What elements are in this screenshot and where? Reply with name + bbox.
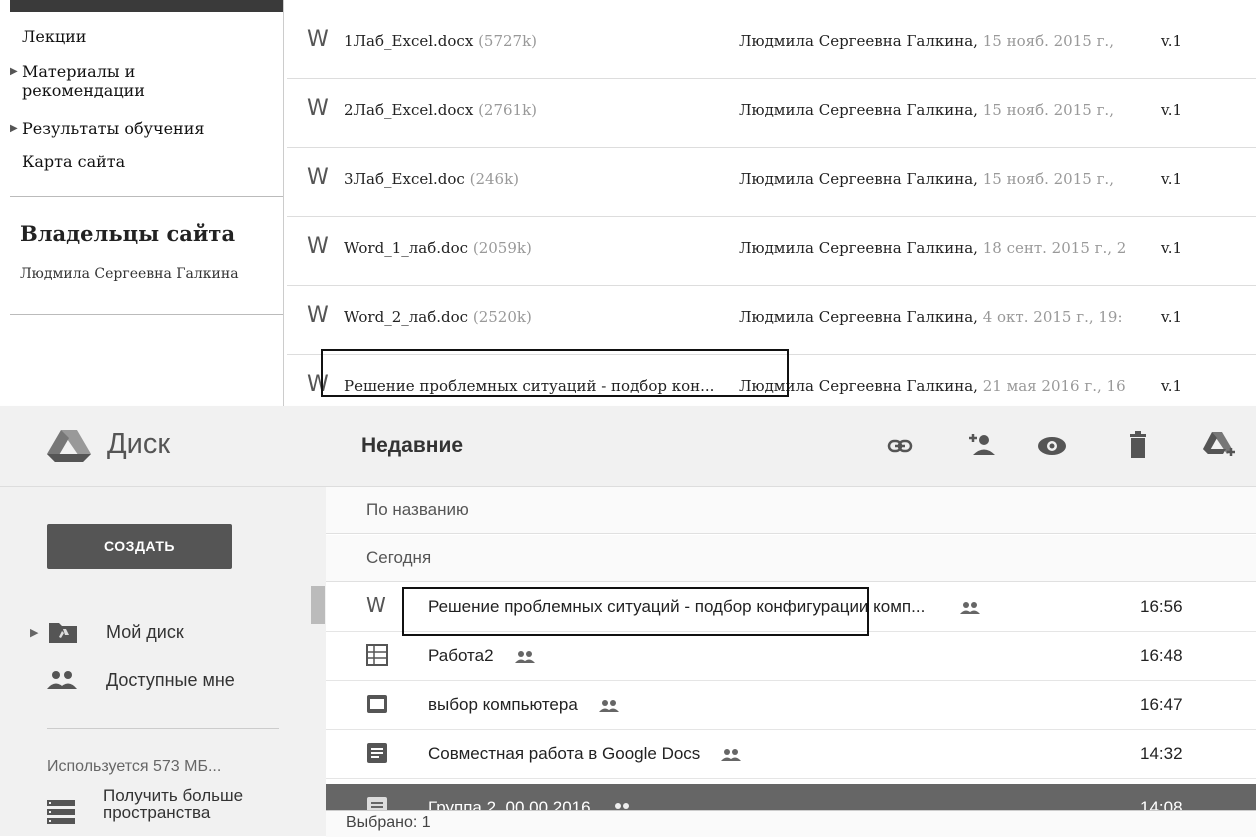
nav-item-lectures[interactable]: Лекции <box>22 27 86 46</box>
people-icon <box>47 671 77 689</box>
shared-icon <box>960 601 981 614</box>
attachment-name[interactable]: 3Лаб_Excel.doc <box>344 170 465 188</box>
attachment-name[interactable]: Word_1_лаб.doc <box>344 239 468 257</box>
owner-link[interactable]: Людмила Сергеевна Галкина <box>20 266 239 282</box>
sites-sidebar: Лекции ▶ Материалы и рекомендации ▶ Результ… <box>0 0 283 406</box>
attachment-row[interactable]: W Word_2_лаб.doc (2520k) Людмила Сергеев… <box>287 286 1256 355</box>
word-icon: W <box>307 234 329 259</box>
document-icon <box>367 743 387 763</box>
page-title: Недавние <box>361 434 464 457</box>
attachment-row[interactable]: W Word_1_лаб.doc (2059k) Людмила Сергеев… <box>287 217 1256 286</box>
word-icon: W <box>307 96 329 121</box>
file-row[interactable]: Совместная работа в Google Docs 14:32 <box>326 730 1256 779</box>
add-person-icon[interactable] <box>960 424 1004 468</box>
version-link[interactable]: v.1 <box>1161 239 1182 257</box>
sidebar-scrollbar[interactable] <box>311 586 325 624</box>
highlight-box <box>321 349 789 397</box>
expand-triangle-icon[interactable]: ▶ <box>10 62 18 81</box>
version-link[interactable]: v.1 <box>1161 101 1182 119</box>
attachment-row[interactable]: W 2Лаб_Excel.docx (2761k) Людмила Сергее… <box>287 79 1256 148</box>
create-button[interactable]: СОЗДАТЬ <box>47 524 232 569</box>
version-link[interactable]: v.1 <box>1161 377 1182 395</box>
sidebar-divider <box>10 196 283 197</box>
nav-item-results[interactable]: ▶ Результаты обучения <box>10 119 204 138</box>
sidebar-divider <box>47 728 279 729</box>
sort-header[interactable]: По названию <box>326 487 1256 534</box>
word-icon: W <box>307 303 329 328</box>
shared-icon <box>514 650 535 663</box>
attachment-row[interactable]: W 1Лаб_Excel.docx (5727k) Людмила Сергее… <box>287 10 1256 79</box>
word-icon: W <box>307 27 329 52</box>
highlight-box <box>402 587 869 636</box>
word-icon: W <box>307 165 329 190</box>
folder-drive-icon <box>49 623 77 643</box>
version-link[interactable]: v.1 <box>1161 170 1182 188</box>
sites-page: Лекции ▶ Материалы и рекомендации ▶ Результ… <box>0 0 1256 406</box>
nav-item-materials[interactable]: ▶ Материалы и рекомендации <box>10 62 145 100</box>
nav-item-sitemap[interactable]: Карта сайта <box>22 152 125 171</box>
sidebar-divider <box>10 314 283 315</box>
drive-header: Диск Недавние <box>0 406 1256 487</box>
eye-icon[interactable] <box>1030 424 1074 468</box>
storage-icon <box>47 800 75 824</box>
file-row[interactable]: выбор компьютера 16:47 <box>326 681 1256 730</box>
trash-icon[interactable] <box>1116 424 1160 468</box>
shared-icon <box>721 748 742 761</box>
word-icon: W <box>366 593 386 617</box>
storage-usage: Используется 573 МБ... <box>47 758 222 775</box>
expand-triangle-icon[interactable]: ▶ <box>30 626 38 639</box>
expand-triangle-icon[interactable]: ▶ <box>10 119 18 138</box>
presentation-icon <box>367 695 387 713</box>
link-icon[interactable] <box>878 424 922 468</box>
file-list: По названию Сегодня W Решение проблемных… <box>326 487 1256 836</box>
file-row[interactable]: Работа2 16:48 <box>326 632 1256 681</box>
shared-icon <box>598 699 619 712</box>
drive-sidebar: СОЗДАТЬ ▶ Мой диск Доступные мне Использ… <box>0 487 326 836</box>
drive-add-icon[interactable] <box>1196 424 1240 468</box>
attachment-name[interactable]: 1Лаб_Excel.docx <box>344 32 473 50</box>
selection-status-bar: Выбрано: 1 <box>326 810 1256 837</box>
sidebar-top-bar <box>10 0 283 12</box>
owners-heading: Владельцы сайта <box>20 221 236 246</box>
attachment-row[interactable]: W 3Лаб_Excel.doc (246k) Людмила Сергеевн… <box>287 148 1256 217</box>
drive-logo-icon[interactable] <box>47 428 91 464</box>
sites-column-divider <box>283 0 284 406</box>
attachment-name[interactable]: Word_2_лаб.doc <box>344 308 468 326</box>
version-link[interactable]: v.1 <box>1161 32 1182 50</box>
attachment-name[interactable]: 2Лаб_Excel.docx <box>344 101 473 119</box>
version-link[interactable]: v.1 <box>1161 308 1182 326</box>
drive-title: Диск <box>107 428 171 460</box>
group-header: Сегодня <box>326 535 1256 582</box>
spreadsheet-icon <box>366 644 388 666</box>
